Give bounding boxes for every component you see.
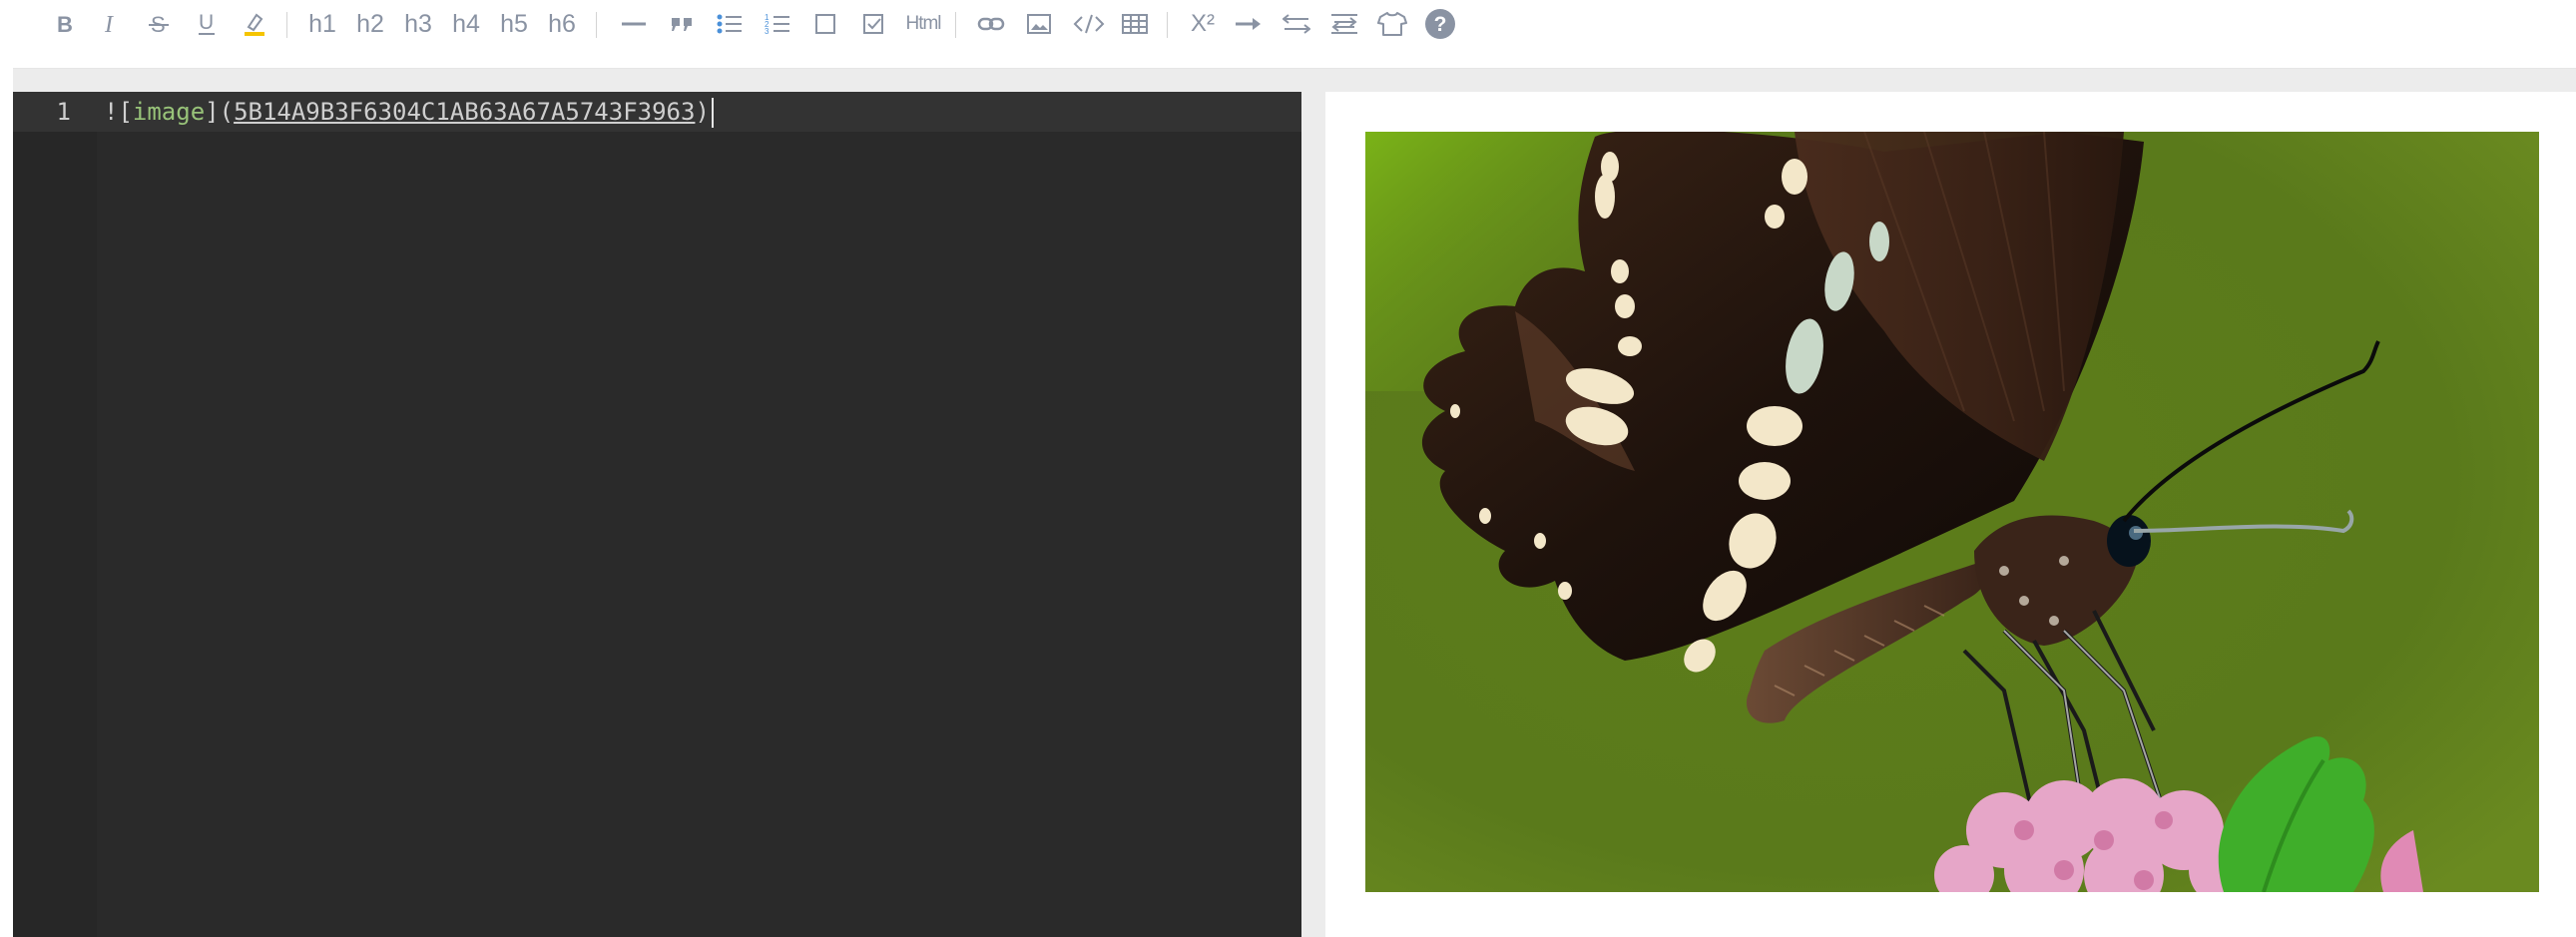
separator [286, 12, 287, 38]
superscript-icon: X² [1191, 10, 1215, 37]
separator [596, 12, 597, 38]
ordered-list-icon: 123 [765, 13, 789, 36]
svg-text:3: 3 [765, 27, 770, 36]
image-alt-text: image [132, 98, 206, 126]
theme-shirt-icon [1377, 12, 1407, 36]
pane-splitter[interactable] [1301, 92, 1325, 937]
italic-button[interactable]: I [93, 6, 129, 42]
text-cursor [711, 98, 714, 128]
markdown-editor[interactable]: 1 ![image](5B14A9B3F6304C1AB63A67A5743F3… [13, 92, 1301, 937]
bullet-list-icon [717, 14, 742, 34]
h1-button[interactable]: h1 [302, 6, 342, 42]
bold-icon: B [57, 12, 73, 36]
underline-icon: U [199, 11, 215, 35]
table-button[interactable] [1117, 6, 1153, 42]
superscript-button[interactable]: X² [1183, 6, 1223, 42]
italic-icon: I [104, 12, 114, 36]
image-icon [1027, 14, 1051, 34]
markdown-image-mid: ]( [205, 98, 235, 126]
svg-text:?: ? [1434, 13, 1447, 36]
highlight-button[interactable] [237, 6, 272, 42]
horizontal-rule-icon [622, 22, 646, 26]
checkbox-unchecked-icon [815, 14, 835, 34]
code-button[interactable] [1069, 6, 1109, 42]
separator [955, 12, 956, 38]
theme-button[interactable] [1374, 6, 1410, 42]
markdown-image-prefix: ![ [104, 98, 133, 126]
html-icon: Html [905, 13, 941, 34]
code-icon [1073, 14, 1105, 34]
bullet-list-button[interactable] [712, 6, 748, 42]
swap-button[interactable] [1279, 6, 1314, 42]
image-button[interactable] [1021, 6, 1057, 42]
butterfly-photo [1365, 132, 2539, 892]
checkbox-checked-icon [863, 14, 883, 34]
link-icon [977, 17, 1005, 31]
strikethrough-button[interactable]: S [141, 6, 177, 42]
align-icon [1331, 14, 1357, 34]
toolbar-divider-band [13, 69, 2576, 92]
code-line[interactable]: ![image](5B14A9B3F6304C1AB63A67A5743F396… [104, 92, 714, 132]
checkbox-button[interactable] [807, 6, 843, 42]
svg-text:B: B [57, 12, 73, 36]
arrow-right-icon [1236, 18, 1261, 30]
ordered-list-button[interactable]: 123 [760, 6, 795, 42]
horizontal-rule-button[interactable] [616, 6, 652, 42]
svg-text:U: U [199, 11, 214, 34]
quote-icon [672, 18, 692, 31]
h3-button[interactable]: h3 [398, 6, 438, 42]
image-url[interactable]: 5B14A9B3F6304C1AB63A67A5743F3963 [234, 98, 695, 126]
underline-button[interactable]: U [189, 6, 225, 42]
markdown-image-suffix: ) [695, 98, 710, 126]
help-icon: ? [1425, 9, 1455, 39]
highlight-icon [245, 13, 264, 36]
arrow-right-button[interactable] [1231, 6, 1267, 42]
line-number: 1 [56, 98, 71, 126]
html-button[interactable]: Html [901, 6, 945, 42]
separator [1167, 12, 1168, 38]
h5-button[interactable]: h5 [494, 6, 534, 42]
editor-toolbar: B I S U h1 h2 h3 h4 h5 h6 123 Html [13, 0, 2576, 69]
line-number-gutter [13, 92, 97, 937]
h4-button[interactable]: h4 [446, 6, 486, 42]
preview-pane [1325, 92, 2576, 937]
link-button[interactable] [973, 6, 1009, 42]
quote-button[interactable] [664, 6, 700, 42]
table-icon [1122, 14, 1148, 34]
svg-text:I: I [104, 12, 114, 36]
h6-button[interactable]: h6 [542, 6, 582, 42]
align-button[interactable] [1326, 6, 1362, 42]
task-checked-button[interactable] [855, 6, 891, 42]
strikethrough-icon: S [149, 12, 169, 36]
h2-button[interactable]: h2 [350, 6, 390, 42]
preview-image[interactable] [1365, 132, 2539, 892]
swap-icon [1283, 14, 1310, 34]
bold-button[interactable]: B [47, 6, 83, 42]
help-button[interactable]: ? [1422, 6, 1458, 42]
